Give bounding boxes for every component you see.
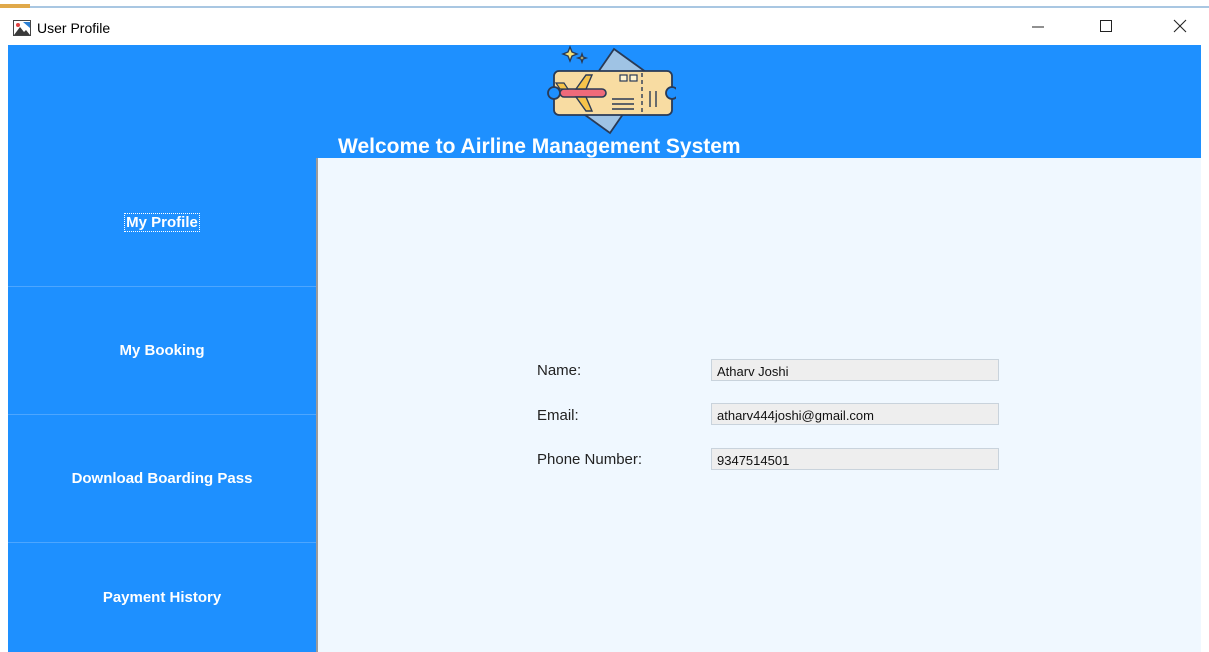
- email-field[interactable]: atharv444joshi@gmail.com: [711, 403, 999, 425]
- sidebar-item-label: My Booking: [119, 342, 205, 359]
- sidebar-item-payment-history[interactable]: Payment History: [8, 542, 316, 652]
- boarding-pass-plane-icon: [546, 45, 679, 137]
- sidebar-item-download-boarding-pass[interactable]: Download Boarding Pass: [8, 414, 316, 542]
- phone-label: Phone Number:: [537, 451, 643, 468]
- phone-field[interactable]: 9347514501: [711, 448, 999, 470]
- sidebar-item-label: Download Boarding Pass: [71, 470, 253, 487]
- sidebar-item-my-profile[interactable]: My Profile: [8, 158, 316, 286]
- app-icon: [13, 20, 31, 36]
- minimize-button[interactable]: [1018, 14, 1058, 42]
- close-button[interactable]: [1160, 14, 1200, 42]
- email-label: Email:: [537, 407, 579, 424]
- close-icon: [1173, 19, 1187, 38]
- window-title: User Profile: [37, 20, 111, 36]
- minimize-icon: [1031, 19, 1045, 38]
- profile-panel: Name: Atharv Joshi Email: atharv444joshi…: [318, 158, 1201, 652]
- sidebar-item-my-booking[interactable]: My Booking: [8, 286, 316, 414]
- sidebar: My Profile My Booking Download Boarding …: [8, 158, 316, 652]
- maximize-icon: [1099, 19, 1113, 38]
- sidebar-item-label: My Profile: [124, 212, 200, 232]
- welcome-heading: Welcome to Airline Management System: [338, 135, 741, 158]
- sidebar-item-label: Payment History: [102, 589, 222, 606]
- window-titlebar[interactable]: User Profile: [0, 8, 1209, 45]
- name-label: Name:: [537, 362, 582, 379]
- app-header: Welcome to Airline Management System: [8, 45, 1201, 158]
- name-field[interactable]: Atharv Joshi: [711, 359, 999, 381]
- maximize-button[interactable]: [1086, 14, 1126, 42]
- window-top-accent: [0, 0, 1209, 8]
